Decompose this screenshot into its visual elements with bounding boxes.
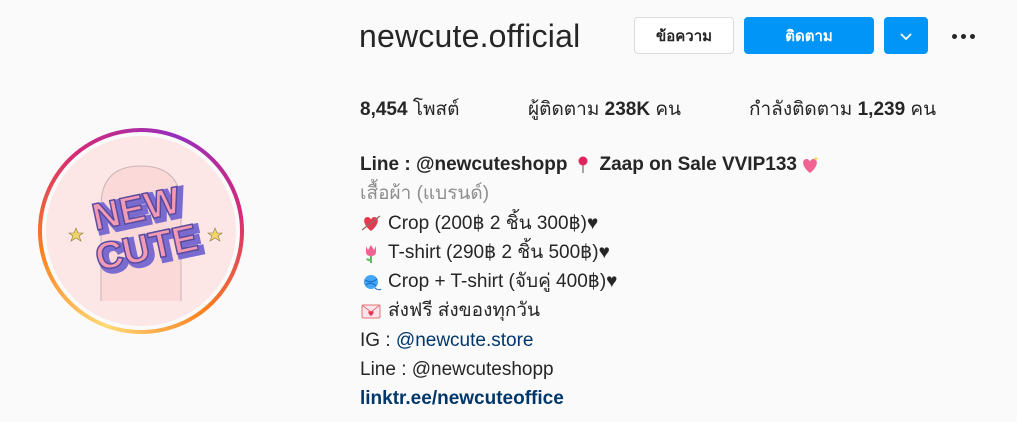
- bio-name-part1: Line : @newcuteshopp: [360, 154, 568, 175]
- posts-label: โพสต์: [407, 99, 460, 120]
- posts-count: 8,454: [360, 99, 408, 120]
- chevron-down-icon: [900, 32, 912, 40]
- bio-category: เสื้อผ้า (แบรนด์): [360, 183, 490, 205]
- tulip-icon: [366, 244, 376, 263]
- following-stat[interactable]: กำลังติดตาม 1,239 คน: [749, 94, 936, 124]
- follow-button[interactable]: ติดตาม: [744, 17, 874, 54]
- followers-count: 238K: [604, 99, 651, 120]
- followers-label: ผู้ติดตาม: [528, 99, 605, 120]
- love-letter-icon: [361, 304, 381, 319]
- bio-external-link[interactable]: linktr.ee/newcuteoffice: [360, 384, 827, 413]
- followers-stat[interactable]: ผู้ติดตาม 238K คน: [528, 94, 681, 124]
- pushpin-icon: [578, 156, 588, 173]
- yarn-ball-icon: [364, 274, 382, 291]
- bio-name-part2: Zaap on Sale VVIP133: [599, 154, 797, 175]
- bio-name: Line : @newcuteshopp Zaap on Sale VVIP13…: [360, 150, 827, 179]
- following-count: 1,239: [857, 99, 906, 120]
- newcute-logo-icon: NEW NEW CUTE CUTE: [68, 165, 223, 301]
- sparkling-heart-icon: [803, 155, 819, 173]
- following-unit: คน: [905, 99, 937, 120]
- avatar-image: NEW NEW CUTE CUTE: [46, 136, 236, 326]
- profile-username: newcute.official: [359, 18, 581, 54]
- bio-ig-line: IG : @newcute.store: [360, 326, 827, 355]
- profile-page: NEW NEW CUTE CUTE newcute.official ข้อคว…: [0, 0, 1017, 422]
- bio-line-4: ส่งฟรี ส่งของทุกวัน: [360, 296, 827, 325]
- posts-stat[interactable]: 8,454 โพสต์: [360, 94, 460, 124]
- suggested-dropdown-button[interactable]: [884, 17, 928, 54]
- bio-line-1: Crop (200฿ 2 ชิ้น 300฿)♥: [360, 209, 827, 238]
- heart-with-arrow-icon: [361, 215, 381, 232]
- bio-line-2: T-shirt (290฿ 2 ชิ้น 500฿)♥: [360, 238, 827, 267]
- followers-unit: คน: [650, 99, 682, 120]
- profile-avatar[interactable]: NEW NEW CUTE CUTE: [38, 128, 244, 334]
- profile-bio: Line : @newcuteshopp Zaap on Sale VVIP13…: [360, 150, 827, 414]
- bio-line-3: Crop + T-shirt (จับคู่ 400฿)♥: [360, 267, 827, 296]
- more-options-icon[interactable]: [944, 22, 982, 50]
- ig-handle-link[interactable]: @newcute.store: [396, 326, 534, 355]
- message-button[interactable]: ข้อความ: [634, 17, 734, 54]
- bio-line-contact: Line : @newcuteshopp: [360, 359, 554, 381]
- following-label: กำลังติดตาม: [749, 99, 858, 120]
